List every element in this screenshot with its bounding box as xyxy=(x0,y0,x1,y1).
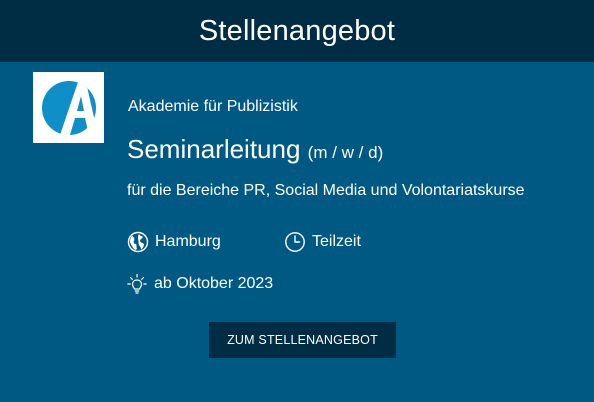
employment-type-item: Teilzeit xyxy=(284,231,361,253)
job-card: Stellenangebot Akademie für Publizistik … xyxy=(0,0,594,402)
gender-suffix: (m / w / d) xyxy=(307,143,384,162)
start-date-item: ab Oktober 2023 xyxy=(126,273,273,295)
job-subtitle: für die Bereiche PR, Social Media und Vo… xyxy=(127,182,525,199)
clock-icon xyxy=(284,231,306,253)
page-title: Stellenangebot xyxy=(198,14,396,47)
location-item: Hamburg xyxy=(127,231,221,253)
employment-type-label: Teilzeit xyxy=(312,233,361,250)
view-job-button[interactable]: ZUM STELLENANGEBOT xyxy=(209,322,396,358)
start-date-label: ab Oktober 2023 xyxy=(154,275,274,292)
lightbulb-icon xyxy=(126,273,148,295)
job-title-text: Seminarleitung xyxy=(127,134,301,164)
akademie-logo-icon xyxy=(33,72,104,143)
globe-icon xyxy=(127,231,149,253)
job-title: Seminarleitung (m / w / d) xyxy=(127,134,383,165)
header-bar: Stellenangebot xyxy=(0,0,594,62)
location-label: Hamburg xyxy=(155,233,221,250)
company-name: Akademie für Publizistik xyxy=(128,98,298,115)
